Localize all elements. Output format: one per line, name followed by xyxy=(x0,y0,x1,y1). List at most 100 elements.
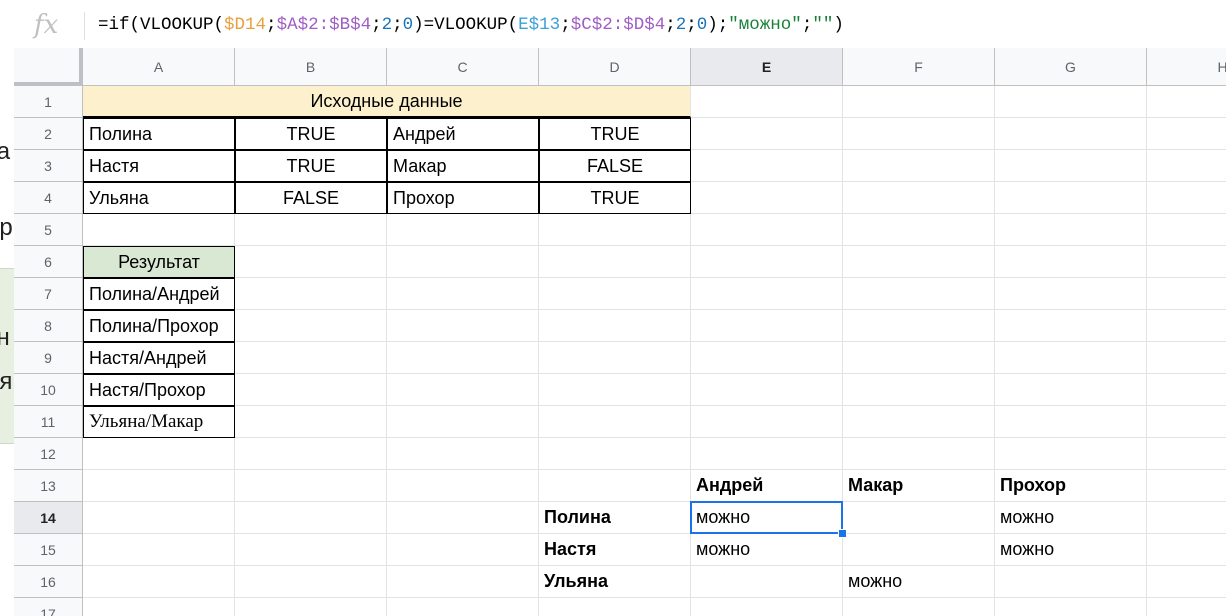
cell-d13[interactable] xyxy=(539,470,691,502)
cell-b2[interactable]: TRUE xyxy=(235,118,387,150)
cell-b12[interactable] xyxy=(235,438,387,470)
cell-d11[interactable] xyxy=(539,406,691,438)
row-header-10[interactable]: 10 xyxy=(14,374,83,406)
cell-e1[interactable] xyxy=(691,86,843,118)
row-header-3[interactable]: 3 xyxy=(14,150,83,182)
cell-e16[interactable] xyxy=(691,566,843,598)
cell-h5[interactable] xyxy=(1147,214,1226,246)
cell-g17[interactable] xyxy=(995,598,1147,616)
cell-e9[interactable] xyxy=(691,342,843,374)
cell-g16[interactable] xyxy=(995,566,1147,598)
cell-e11[interactable] xyxy=(691,406,843,438)
cell-a13[interactable] xyxy=(83,470,235,502)
cell-c11[interactable] xyxy=(387,406,539,438)
cell-c13[interactable] xyxy=(387,470,539,502)
cell-a6[interactable]: Результат xyxy=(83,246,235,278)
formula-input[interactable]: =if(VLOOKUP($D14;$A$2:$B$4;2;0)=VLOOKUP(… xyxy=(98,15,844,35)
cell-e12[interactable] xyxy=(691,438,843,470)
cell-e14[interactable]: можно xyxy=(691,502,843,534)
cell-c17[interactable] xyxy=(387,598,539,616)
cell-d4[interactable]: TRUE xyxy=(539,182,691,214)
cell-a5[interactable] xyxy=(83,214,235,246)
column-header-f[interactable]: F xyxy=(843,48,995,86)
cell-b10[interactable] xyxy=(235,374,387,406)
row-header-17[interactable]: 17 xyxy=(14,598,83,616)
cell-e17[interactable] xyxy=(691,598,843,616)
cell-b6[interactable] xyxy=(235,246,387,278)
cell-h2[interactable] xyxy=(1147,118,1226,150)
cell-e6[interactable] xyxy=(691,246,843,278)
cell-d6[interactable] xyxy=(539,246,691,278)
cell-a7[interactable]: Полина/Андрей xyxy=(83,278,235,310)
cell-d15[interactable]: Настя xyxy=(539,534,691,566)
cell-c16[interactable] xyxy=(387,566,539,598)
cell-c5[interactable] xyxy=(387,214,539,246)
cell-d7[interactable] xyxy=(539,278,691,310)
cell-e8[interactable] xyxy=(691,310,843,342)
cell-g11[interactable] xyxy=(995,406,1147,438)
cell-f16[interactable]: можно xyxy=(843,566,995,598)
cell-g5[interactable] xyxy=(995,214,1147,246)
column-header-h[interactable]: H xyxy=(1147,48,1226,86)
cell-b9[interactable] xyxy=(235,342,387,374)
cell-h11[interactable] xyxy=(1147,406,1226,438)
cell-e7[interactable] xyxy=(691,278,843,310)
column-header-a[interactable]: A xyxy=(83,48,235,86)
row-header-16[interactable]: 16 xyxy=(14,566,83,598)
cell-f14[interactable] xyxy=(843,502,995,534)
select-all-corner[interactable] xyxy=(14,48,83,86)
cell-f13[interactable]: Макар xyxy=(843,470,995,502)
cell-f1[interactable] xyxy=(843,86,995,118)
cell-d9[interactable] xyxy=(539,342,691,374)
cell-h6[interactable] xyxy=(1147,246,1226,278)
cell-c2[interactable]: Андрей xyxy=(387,118,539,150)
row-header-1[interactable]: 1 xyxy=(14,86,83,118)
row-header-11[interactable]: 11 xyxy=(14,406,83,438)
cell-h15[interactable] xyxy=(1147,534,1226,566)
cell-h12[interactable] xyxy=(1147,438,1226,470)
cell-b15[interactable] xyxy=(235,534,387,566)
cell-f12[interactable] xyxy=(843,438,995,470)
cell-g4[interactable] xyxy=(995,182,1147,214)
column-header-e[interactable]: E xyxy=(691,48,843,86)
cell-f17[interactable] xyxy=(843,598,995,616)
cell-h8[interactable] xyxy=(1147,310,1226,342)
cell-a4[interactable]: Ульяна xyxy=(83,182,235,214)
cell-g3[interactable] xyxy=(995,150,1147,182)
cell-a2[interactable]: Полина xyxy=(83,118,235,150)
cell-h1[interactable] xyxy=(1147,86,1226,118)
cell-h4[interactable] xyxy=(1147,182,1226,214)
cell-f2[interactable] xyxy=(843,118,995,150)
cell-g12[interactable] xyxy=(995,438,1147,470)
column-header-c[interactable]: C xyxy=(387,48,539,86)
cell-d14[interactable]: Полина xyxy=(539,502,691,534)
cell-h9[interactable] xyxy=(1147,342,1226,374)
cell-f4[interactable] xyxy=(843,182,995,214)
cell-b11[interactable] xyxy=(235,406,387,438)
row-header-8[interactable]: 8 xyxy=(14,310,83,342)
cell-b7[interactable] xyxy=(235,278,387,310)
cell-c14[interactable] xyxy=(387,502,539,534)
cell-a1[interactable]: Исходные данные xyxy=(83,86,691,118)
fill-handle[interactable] xyxy=(838,529,847,538)
cell-h16[interactable] xyxy=(1147,566,1226,598)
column-header-b[interactable]: B xyxy=(235,48,387,86)
row-header-7[interactable]: 7 xyxy=(14,278,83,310)
cell-h13[interactable] xyxy=(1147,470,1226,502)
cell-f6[interactable] xyxy=(843,246,995,278)
cell-d3[interactable]: FALSE xyxy=(539,150,691,182)
cell-b3[interactable]: TRUE xyxy=(235,150,387,182)
cell-h3[interactable] xyxy=(1147,150,1226,182)
cell-g9[interactable] xyxy=(995,342,1147,374)
cell-g6[interactable] xyxy=(995,246,1147,278)
cell-c10[interactable] xyxy=(387,374,539,406)
cell-f9[interactable] xyxy=(843,342,995,374)
cell-e15[interactable]: можно xyxy=(691,534,843,566)
cell-b17[interactable] xyxy=(235,598,387,616)
cell-g2[interactable] xyxy=(995,118,1147,150)
cell-f11[interactable] xyxy=(843,406,995,438)
cell-d17[interactable] xyxy=(539,598,691,616)
cell-a12[interactable] xyxy=(83,438,235,470)
cell-f15[interactable] xyxy=(843,534,995,566)
cell-c4[interactable]: Прохор xyxy=(387,182,539,214)
